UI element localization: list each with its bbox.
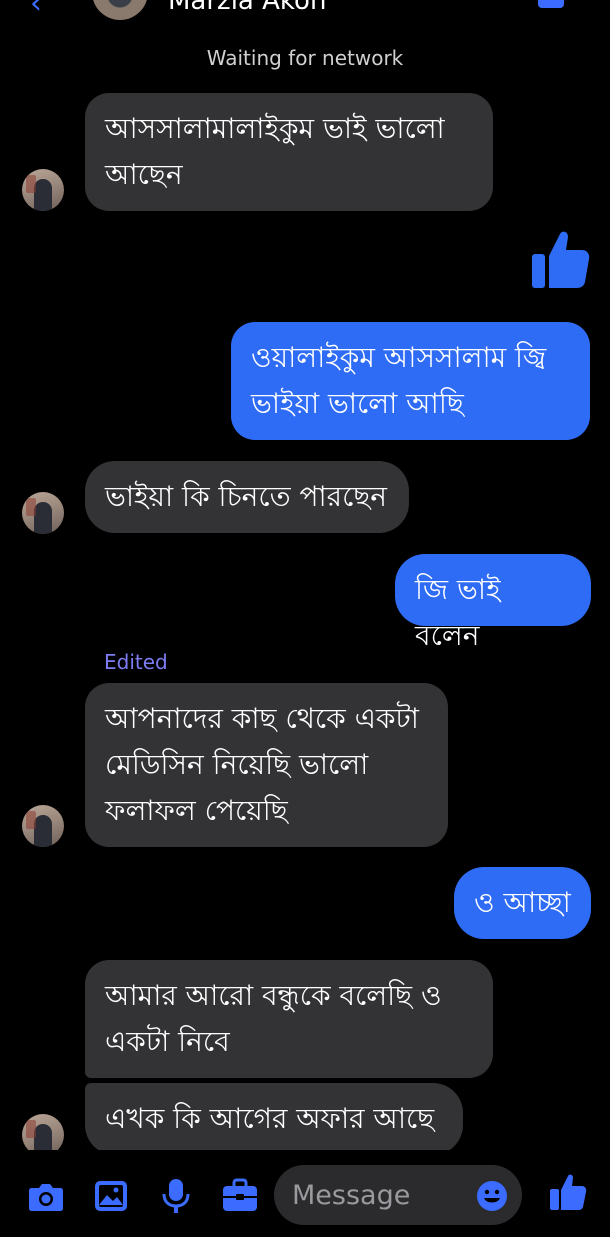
microphone-icon[interactable] (156, 1176, 196, 1216)
sender-avatar[interactable] (22, 805, 64, 847)
video-call-icon[interactable] (538, 0, 564, 8)
message-bubble-incoming[interactable]: আসসালামালাইকুম ভাই ভালো আছেন (85, 93, 493, 211)
message-bubble-incoming[interactable]: আপনাদের কাছ থেকে একটা মেডিসিন নিয়েছি ভা… (85, 683, 448, 847)
message-line: একটা নিবে (105, 1025, 230, 1058)
contact-name[interactable]: Marzia Akon (168, 0, 326, 16)
briefcase-icon[interactable] (220, 1176, 260, 1216)
like-icon[interactable] (548, 1172, 588, 1212)
contact-avatar[interactable] (92, 0, 148, 20)
emoji-icon[interactable] (475, 1179, 509, 1213)
message-bubble-incoming[interactable]: এখক কি আগের অফার আছে (85, 1083, 463, 1155)
message-line: আপনাদের কাছ থেকে একটা (105, 702, 419, 735)
sender-avatar[interactable] (22, 169, 64, 211)
camera-icon[interactable] (26, 1176, 66, 1216)
message-line: আসসালামালাইকুম ভাই ভালো (105, 112, 445, 145)
message-line: ফলাফল পেয়েছি (105, 794, 288, 827)
message-line: ওয়ালাইকুম আসসালাম জ্বি (251, 341, 547, 374)
message-input[interactable] (292, 1173, 472, 1217)
sender-avatar[interactable] (22, 492, 64, 534)
message-input-field[interactable] (274, 1165, 522, 1225)
network-status: Waiting for network (206, 46, 404, 70)
message-line: জি ভাই বলেন (415, 573, 501, 652)
message-bubble-incoming[interactable]: আমার আরো বন্ধুকে বলেছি ও একটা নিবে (85, 960, 493, 1078)
message-bubble-outgoing[interactable]: জি ভাই বলেন (395, 554, 591, 652)
conversation-header: ‹ Marzia Akon (0, 0, 610, 22)
edited-label: Edited (104, 650, 168, 674)
message-composer (0, 1150, 610, 1237)
message-bubble-incoming[interactable]: ভাইয়া কি চিনতে পারছেন (85, 461, 409, 533)
message-line: এখক কি আগের অফার আছে (105, 1102, 435, 1135)
message-bubble-outgoing[interactable]: ওয়ালাইকুম আসসালাম জ্বি ভাইয়া ভালো আছি (231, 322, 590, 440)
back-arrow-icon[interactable]: ‹ (30, 0, 42, 21)
gallery-icon[interactable] (91, 1176, 131, 1216)
message-line: আছেন (105, 158, 183, 191)
like-icon[interactable] (530, 228, 590, 290)
message-line: আমার আরো বন্ধুকে বলেছি ও (105, 979, 442, 1012)
message-bubble-outgoing[interactable]: ও আচ্ছা (454, 867, 591, 939)
message-line: ও আচ্ছা (474, 886, 571, 919)
message-line: ভাইয়া ভালো আছি (251, 387, 464, 420)
message-line: ভাইয়া কি চিনতে পারছেন (105, 480, 388, 513)
message-line: মেডিসিন নিয়েছি ভালো (105, 748, 369, 781)
